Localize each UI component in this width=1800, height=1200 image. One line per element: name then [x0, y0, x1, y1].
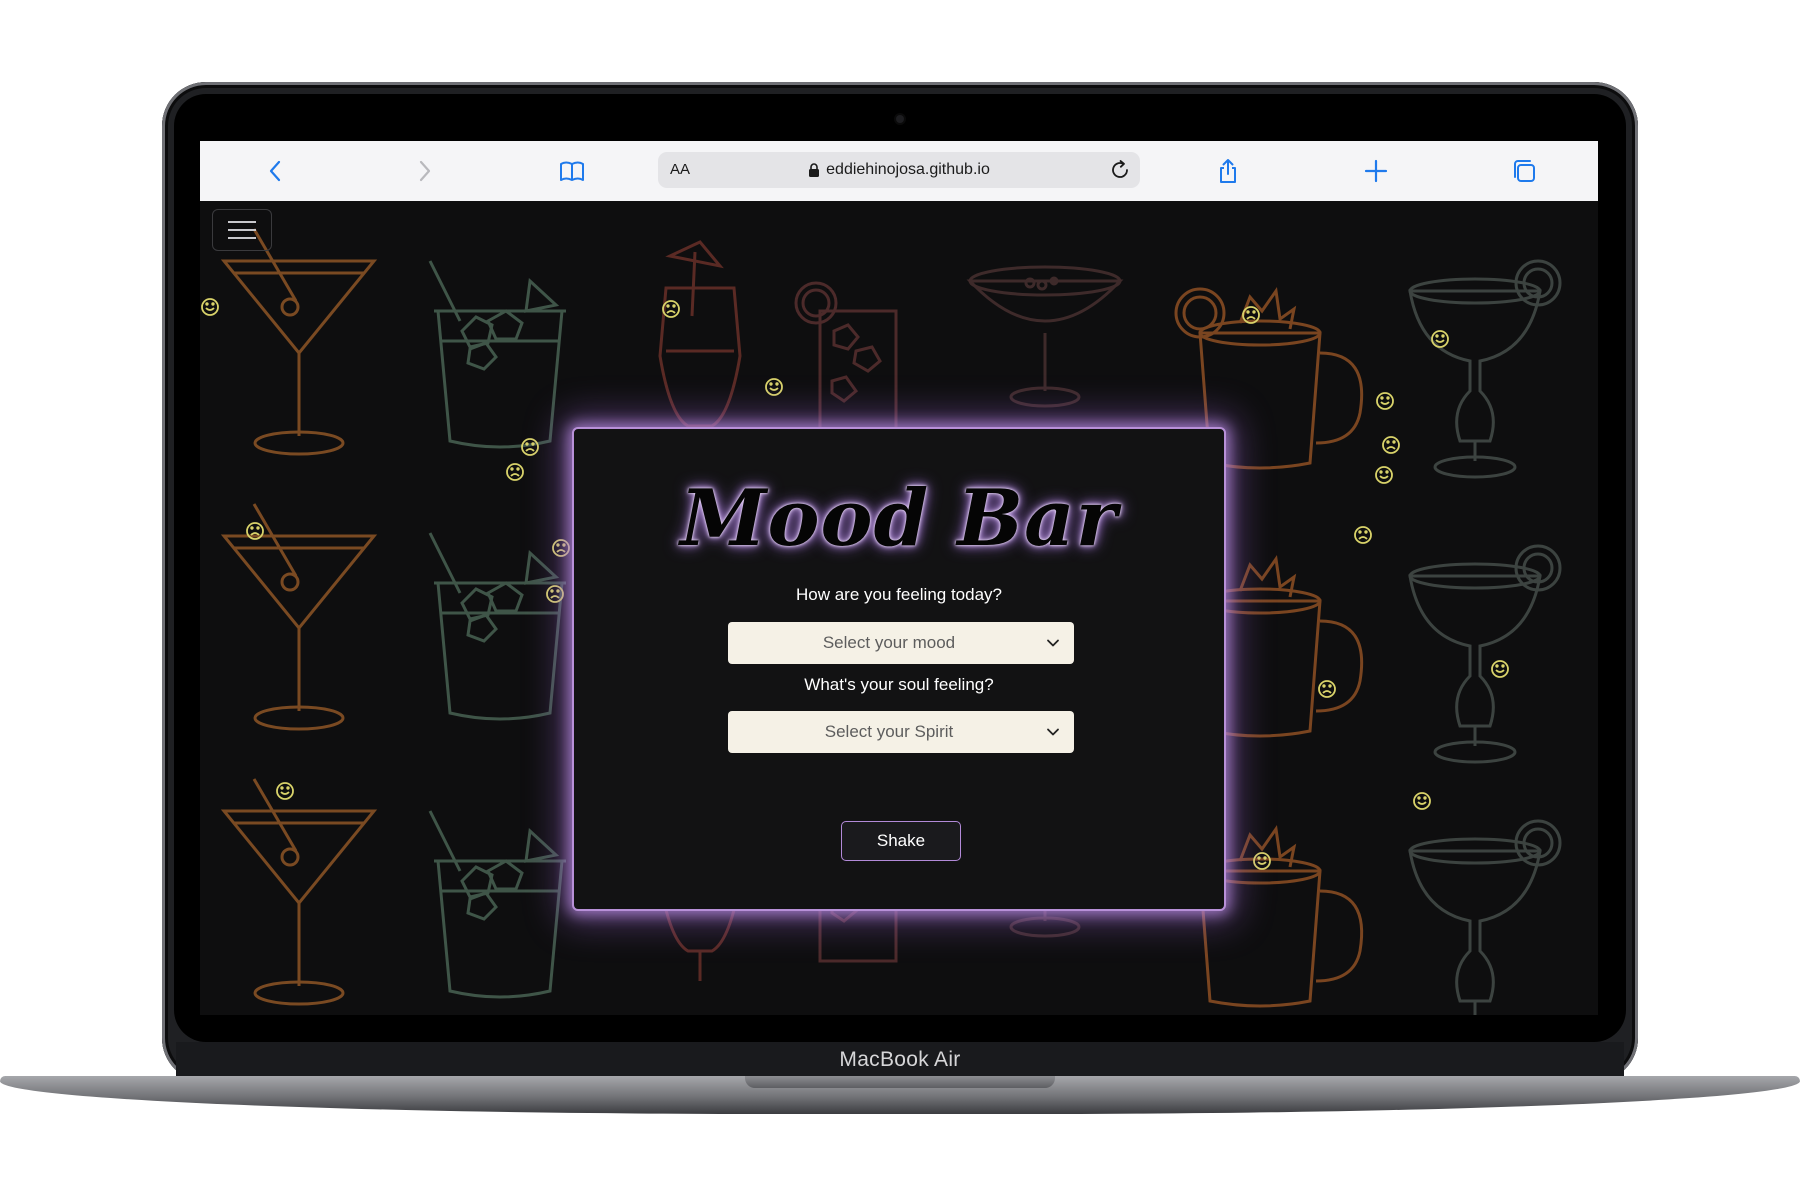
mood-select[interactable]: Select your mood: [728, 622, 1074, 664]
bookmarks-icon[interactable]: [556, 155, 588, 187]
reload-icon[interactable]: [1108, 158, 1132, 182]
spirit-select-value: Select your Spirit: [824, 722, 954, 741]
lock-icon: [808, 162, 820, 178]
forward-icon[interactable]: [408, 155, 440, 187]
mood-card: Mood Bar How are you feeling today? Sele…: [572, 427, 1226, 911]
address-bar[interactable]: AA eddiehinojosa.github.io: [658, 152, 1140, 188]
spirit-question: What's your soul feeling?: [804, 675, 994, 694]
hamburger-menu-icon[interactable]: [212, 209, 272, 251]
device-model-label: MacBook Air: [839, 1048, 961, 1071]
share-icon[interactable]: [1212, 155, 1244, 187]
shake-button[interactable]: Shake: [841, 821, 961, 861]
laptop-hinge-notch: [745, 1076, 1055, 1088]
back-icon[interactable]: [260, 155, 292, 187]
camera: [896, 115, 904, 123]
chevron-down-icon: [1047, 728, 1059, 736]
mood-select-value: Select your mood: [822, 633, 956, 652]
mood-bar-page: Mood Bar How are you feeling today? Sele…: [200, 201, 1598, 1015]
tabs-icon[interactable]: [1508, 155, 1540, 187]
browser-toolbar: AA eddiehinojosa.github.io: [200, 141, 1598, 202]
new-tab-icon[interactable]: [1360, 155, 1392, 187]
page-title: Mood Bar: [680, 473, 1118, 564]
chevron-down-icon: [1047, 639, 1059, 647]
screen: AA eddiehinojosa.github.io Mood Bar How …: [200, 141, 1598, 1015]
mood-question: How are you feeling today?: [795, 585, 1003, 604]
url-text: eddiehinojosa.github.io: [826, 161, 990, 178]
spirit-select[interactable]: Select your Spirit: [728, 711, 1074, 753]
